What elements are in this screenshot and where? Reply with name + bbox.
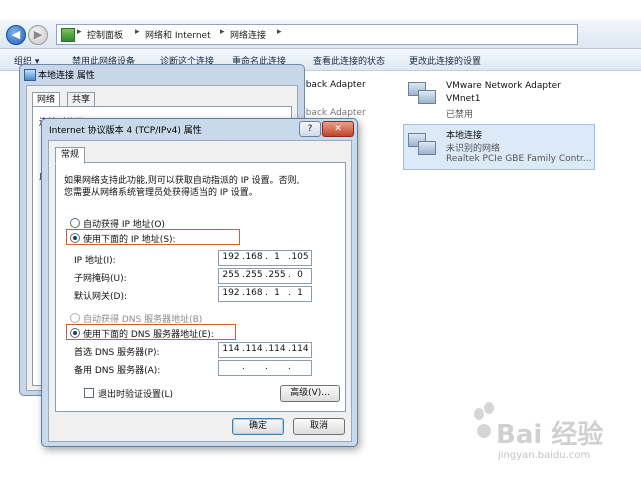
ip-octet: 114 xyxy=(222,344,240,354)
breadcrumb-separator: ▸ xyxy=(277,27,282,37)
address-box[interactable]: ▸ 控制面板 ▸ 网络和 Internet ▸ 网络连接 ▸ xyxy=(56,24,578,45)
watermark-logo-text: Bai 经验 xyxy=(496,420,604,450)
ok-button[interactable]: 确定 xyxy=(232,418,284,435)
connection-device: Realtek PCIe GBE Family Contr... xyxy=(446,154,592,164)
alternate-dns-input[interactable]: . . . xyxy=(218,360,312,376)
ip-address-label: IP 地址(I): xyxy=(74,256,116,266)
connection-name-partial[interactable]: pback Adapter xyxy=(300,80,366,90)
preferred-dns-input[interactable]: 114 . 114 . 114 . 114 xyxy=(218,342,312,358)
general-tab-panel: 如果网络支持此功能,则可以获取自动指派的 IP 设置。否则, 您需要从网络系统管… xyxy=(55,162,346,412)
manual-dns-label[interactable]: 使用下面的 DNS 服务器地址(E): xyxy=(83,327,214,340)
ip-octet: 192 xyxy=(222,252,240,262)
ip-dot: . xyxy=(242,362,245,372)
ip-octet: 255 xyxy=(245,270,263,280)
close-button[interactable]: ✕ xyxy=(322,121,354,137)
subnet-mask-input[interactable]: 255 . 255 . 255 . 0 xyxy=(218,268,312,284)
dialog-title: Internet 协议版本 4 (TCP/IPv4) 属性 xyxy=(49,126,202,136)
breadcrumb-separator: ▸ xyxy=(220,27,225,37)
preferred-dns-label: 首选 DNS 服务器(P): xyxy=(74,348,160,358)
ip-octet: 1 xyxy=(297,288,303,298)
paw-icon xyxy=(474,408,484,420)
back-button[interactable]: ◀ xyxy=(6,25,26,45)
ip-octet: 114 xyxy=(291,344,309,354)
auto-ip-radio[interactable] xyxy=(70,218,80,228)
ip-octet: 255 xyxy=(222,270,240,280)
connection-status: 已禁用 xyxy=(446,110,474,120)
tab-network[interactable]: 网络 xyxy=(32,92,61,107)
tcp-ipv4-properties-dialog: Internet 协议版本 4 (TCP/IPv4) 属性 ? ✕ 常规 如果网… xyxy=(41,118,358,447)
back-arrow-icon: ◀ xyxy=(11,28,21,41)
ip-octet: 114 xyxy=(268,344,286,354)
validate-on-exit-checkbox[interactable] xyxy=(84,388,94,398)
breadcrumb-separator: ▸ xyxy=(135,27,140,37)
subnet-mask-label: 子网掩码(U): xyxy=(74,274,127,284)
ip-octet: 0 xyxy=(297,270,303,280)
address-bar: ◀ ▶ ▸ 控制面板 ▸ 网络和 Internet ▸ 网络连接 ▸ xyxy=(0,20,641,49)
manual-ip-label[interactable]: 使用下面的 IP 地址(S): xyxy=(83,232,176,245)
network-adapter-icon[interactable] xyxy=(406,131,436,157)
ip-octet: 114 xyxy=(245,344,263,354)
connection-name[interactable]: 本地连接 xyxy=(446,128,482,141)
validate-on-exit-label[interactable]: 退出时验证设置(L) xyxy=(98,387,173,400)
breadcrumb-separator: ▸ xyxy=(77,27,82,37)
ip-octet: 255 xyxy=(268,270,286,280)
ip-octet: 105 xyxy=(291,252,309,262)
ip-dot: . xyxy=(265,362,268,372)
connection-network: VMnet1 xyxy=(446,94,481,104)
connection-name-partial[interactable]: pback Adapter xyxy=(300,108,366,118)
change-settings-button[interactable]: 更改此连接的设置 xyxy=(409,54,481,67)
breadcrumb-network-connections[interactable]: 网络连接 xyxy=(230,28,266,41)
ip-address-input[interactable]: 192 . 168 . 1 . 105 xyxy=(218,250,312,266)
tab-sharing[interactable]: 共享 xyxy=(67,92,96,107)
description-line-2: 您需要从网络系统管理员处获得适当的 IP 设置。 xyxy=(64,188,258,198)
forward-button[interactable]: ▶ xyxy=(28,25,48,45)
view-status-button[interactable]: 查看此连接的状态 xyxy=(313,54,385,67)
help-button[interactable]: ? xyxy=(299,121,321,137)
ip-octet: 1 xyxy=(274,288,280,298)
cancel-button[interactable]: 取消 xyxy=(293,418,345,435)
ip-octet: 1 xyxy=(274,252,280,262)
default-gateway-input[interactable]: 192 . 168 . 1 . 1 xyxy=(218,286,312,302)
network-adapter-icon[interactable] xyxy=(406,80,436,106)
manual-dns-radio[interactable] xyxy=(70,328,80,338)
paw-icon xyxy=(484,402,494,414)
breadcrumb-control-panel[interactable]: 控制面板 xyxy=(87,28,123,41)
forward-arrow-icon: ▶ xyxy=(33,28,43,41)
watermark-url: jingyan.baidu.com xyxy=(498,450,591,461)
manual-ip-radio[interactable] xyxy=(70,233,80,243)
control-panel-icon xyxy=(61,28,75,42)
dialog-title: 本地连接 属性 xyxy=(38,71,95,81)
ip-octet: 168 xyxy=(245,288,263,298)
alternate-dns-label: 备用 DNS 服务器(A): xyxy=(74,366,161,376)
paw-icon xyxy=(477,424,491,438)
dialog-body: 常规 如果网络支持此功能,则可以获取自动指派的 IP 设置。否则, 您需要从网络… xyxy=(48,140,352,442)
tab-general[interactable]: 常规 xyxy=(55,147,86,164)
ip-octet: 192 xyxy=(222,288,240,298)
network-icon xyxy=(24,69,36,81)
auto-dns-radio[interactable] xyxy=(70,313,80,323)
connection-network: 未识别的网络 xyxy=(446,144,501,154)
ip-octet: 168 xyxy=(245,252,263,262)
default-gateway-label: 默认网关(D): xyxy=(74,292,127,302)
advanced-button[interactable]: 高级(V)... xyxy=(280,385,340,402)
ip-dot: . xyxy=(288,362,291,372)
baidu-jingyan-watermark: Bai 经验 jingyan.baidu.com xyxy=(470,398,630,468)
breadcrumb-network-internet[interactable]: 网络和 Internet xyxy=(145,28,211,41)
connection-name[interactable]: VMware Network Adapter xyxy=(446,81,561,91)
